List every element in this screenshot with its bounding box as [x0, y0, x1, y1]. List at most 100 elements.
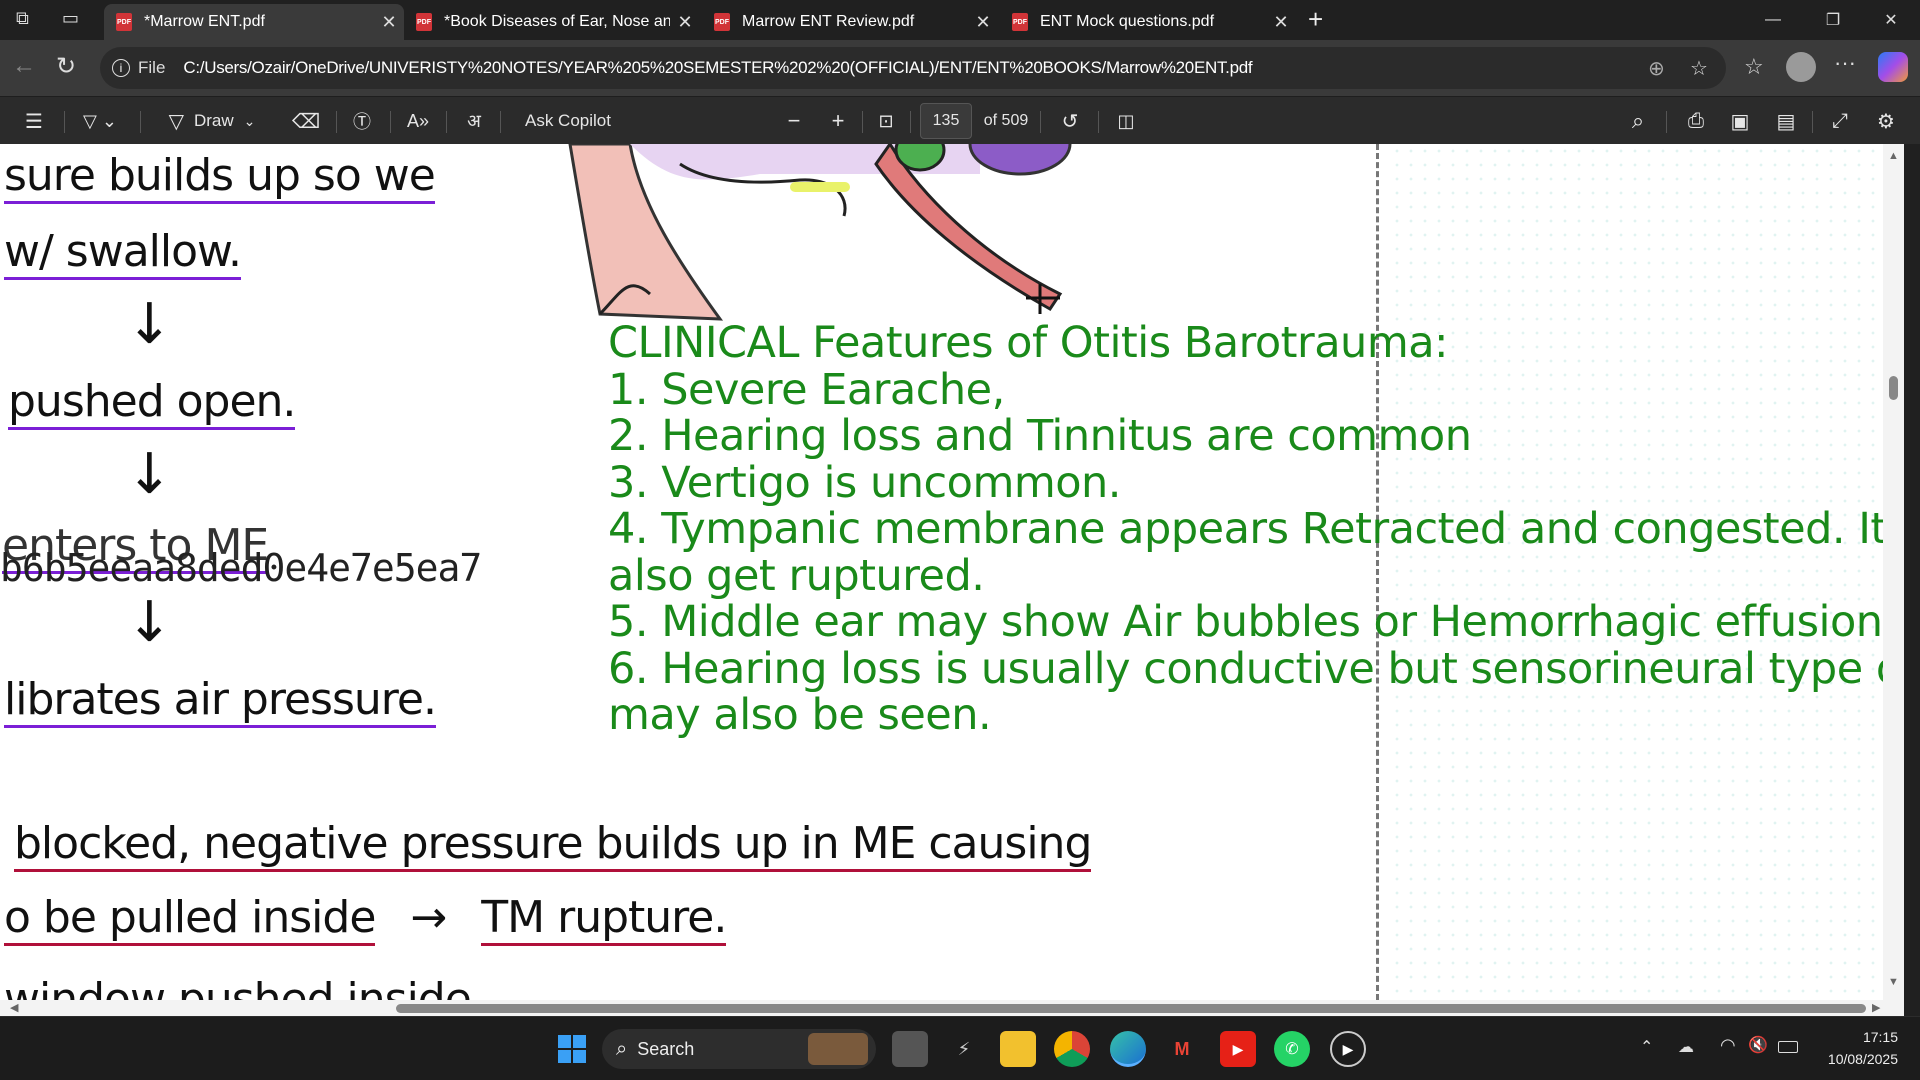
text-box-icon[interactable]: Ⓣ	[344, 97, 380, 145]
settings-icon[interactable]: ⚙	[1868, 97, 1904, 145]
close-tab-icon[interactable]: ✕	[670, 12, 700, 33]
save-as-icon[interactable]: ▤	[1768, 97, 1804, 145]
tab-marrow-ent[interactable]: PDF *Marrow ENT.pdf ✕	[104, 4, 404, 40]
refresh-button[interactable]: ↻	[56, 52, 88, 84]
search-highlight-image	[808, 1033, 868, 1065]
onedrive-icon[interactable]: ☁	[1678, 1037, 1694, 1057]
handwritten-line-5: librates air pressure.	[4, 674, 437, 728]
more-menu-icon[interactable]: ···	[1834, 50, 1856, 76]
clock-date[interactable]: 10/08/2025	[1812, 1051, 1898, 1067]
translate-icon[interactable]: अ	[456, 97, 492, 145]
divider	[862, 111, 863, 133]
scroll-up-icon[interactable]: ▲	[1888, 150, 1899, 162]
gmail-icon[interactable]: M	[1164, 1031, 1200, 1067]
favorites-icon[interactable]: ☆	[1744, 54, 1764, 80]
profile-avatar[interactable]	[1786, 52, 1816, 82]
cochlea-shape	[968, 144, 1072, 176]
fullscreen-icon[interactable]: ⤢	[1822, 97, 1858, 145]
media-player-icon[interactable]: ▶	[1330, 1031, 1366, 1067]
new-tab-button[interactable]: +	[1308, 4, 1336, 36]
notes-heading: CLINICAL Features of Otitis Barotrauma:	[608, 318, 1449, 368]
rotate-icon[interactable]: ↺	[1052, 97, 1088, 145]
read-aloud-icon[interactable]: A»	[400, 97, 436, 145]
search-icon[interactable]: ⌕	[1620, 97, 1656, 145]
page-total-label: of 509	[983, 112, 1029, 129]
minimize-button[interactable]: —	[1750, 0, 1796, 40]
horizontal-scrollbar[interactable]: ◀ ▶	[0, 1000, 1904, 1016]
notes-line: 6. Hearing loss is usually conductive bu…	[608, 643, 1904, 694]
scroll-thumb[interactable]	[1889, 376, 1898, 400]
tab-label: ENT Mock questions.pdf	[1040, 13, 1215, 30]
notes-line: 4. Tympanic membrane appears Retracted a…	[608, 504, 1904, 554]
tab-marrow-ent-review[interactable]: PDF Marrow ENT Review.pdf ✕	[702, 4, 998, 40]
close-tab-icon[interactable]: ✕	[374, 12, 404, 33]
youtube-icon[interactable]: ▶	[1220, 1031, 1256, 1067]
windows-start-icon[interactable]	[554, 1031, 590, 1067]
close-window-button[interactable]: ✕	[1868, 0, 1914, 40]
tympanic-highlight	[790, 182, 850, 192]
taskbar-search-box[interactable]: ⌕ Search	[602, 1029, 876, 1069]
handwritten-text: window pushed inside	[4, 974, 472, 1000]
vertical-tabs-icon[interactable]: ▭	[62, 8, 90, 32]
handwritten-text: sure builds up so we	[4, 150, 436, 204]
chrome-icon[interactable]	[1054, 1031, 1090, 1067]
task-view-icon[interactable]	[892, 1031, 928, 1067]
pdf-page[interactable]: sure builds up so we w/ swallow. ↓ pushe…	[0, 144, 1904, 1000]
ask-copilot-button[interactable]: Ask Copilot	[518, 97, 618, 145]
handwritten-text: librates air pressure.	[4, 674, 437, 728]
save-icon[interactable]: ▣	[1722, 97, 1758, 145]
close-tab-icon[interactable]: ✕	[1266, 12, 1296, 33]
contents-icon[interactable]: ☰	[16, 97, 52, 145]
divider	[1040, 111, 1041, 133]
fit-page-icon[interactable]: ⊡	[868, 97, 904, 145]
draw-button[interactable]: ▽ Draw ⌄	[156, 97, 268, 145]
down-arrow: ↓	[126, 442, 173, 507]
close-tab-icon[interactable]: ✕	[968, 12, 998, 33]
notes-line: 3. Vertigo is uncommon.	[608, 457, 1121, 508]
pdf-icon: PDF	[116, 13, 132, 31]
scroll-left-icon[interactable]: ◀	[10, 1001, 18, 1014]
handwritten-line-2: w/ swallow.	[4, 226, 242, 280]
wifi-icon[interactable]: ◠	[1720, 1035, 1736, 1056]
address-bar[interactable]: i File C:/Users/Ozair/OneDrive/UNIVERIST…	[100, 47, 1726, 89]
edge-icon[interactable]	[1110, 1031, 1146, 1067]
tab-book-diseases[interactable]: PDF *Book Diseases of Ear, Nose and T ✕	[404, 4, 700, 40]
favorite-star-icon[interactable]: ☆	[1690, 56, 1708, 81]
scroll-right-icon[interactable]: ▶	[1872, 1001, 1880, 1014]
page-view-icon[interactable]: ◫	[1108, 97, 1144, 145]
highlight-icon[interactable]: ▽ ⌄	[72, 97, 128, 145]
tab-ent-mock-questions[interactable]: PDF ENT Mock questions.pdf ✕	[1000, 4, 1296, 40]
scroll-thumb[interactable]	[396, 1004, 1866, 1013]
handwritten-line-6: blocked, negative pressure builds up in …	[14, 818, 1092, 872]
page-number-input[interactable]: 135	[920, 103, 972, 139]
vertical-scrollbar[interactable]: ▲ ▼	[1883, 144, 1904, 1000]
copilot-icon[interactable]	[1878, 52, 1908, 82]
divider	[336, 111, 337, 133]
clock-time[interactable]: 17:15	[1840, 1029, 1898, 1045]
handwritten-text: pushed open.	[8, 376, 296, 430]
workspaces-icon[interactable]: ⧉	[16, 8, 44, 32]
eraser-icon[interactable]: ⌫	[290, 97, 322, 145]
search-label: Search	[637, 1038, 695, 1059]
zoom-out-icon[interactable]: −	[778, 97, 810, 145]
app-icon[interactable]: ⚡	[946, 1031, 982, 1067]
volume-muted-icon[interactable]: 🔇	[1748, 1035, 1768, 1055]
battery-icon[interactable]	[1778, 1041, 1798, 1053]
divider	[1812, 111, 1813, 133]
zoom-in-icon[interactable]: +	[822, 97, 854, 145]
show-hidden-icons[interactable]: ⌃	[1640, 1037, 1653, 1057]
file-explorer-icon[interactable]	[1000, 1031, 1036, 1067]
info-icon[interactable]: i	[112, 59, 130, 77]
tab-label: *Book Diseases of Ear, Nose and T	[444, 13, 670, 30]
tab-label: Marrow ENT Review.pdf	[742, 13, 915, 30]
zoom-icon[interactable]: ⊕	[1648, 56, 1665, 81]
tab-label: *Marrow ENT.pdf	[144, 13, 265, 30]
clinical-features-notes: CLINICAL Features of Otitis Barotrauma: …	[608, 318, 1904, 739]
whatsapp-icon[interactable]: ✆	[1274, 1031, 1310, 1067]
scroll-down-icon[interactable]: ▼	[1888, 976, 1899, 988]
ossicle-shape	[894, 144, 946, 172]
url-text[interactable]: C:/Users/Ozair/OneDrive/UNIVERISTY%20NOT…	[183, 58, 1643, 78]
print-icon[interactable]: ⎙	[1678, 97, 1714, 145]
restore-button[interactable]: ❐	[1810, 0, 1856, 40]
back-button[interactable]: ←	[12, 52, 44, 84]
